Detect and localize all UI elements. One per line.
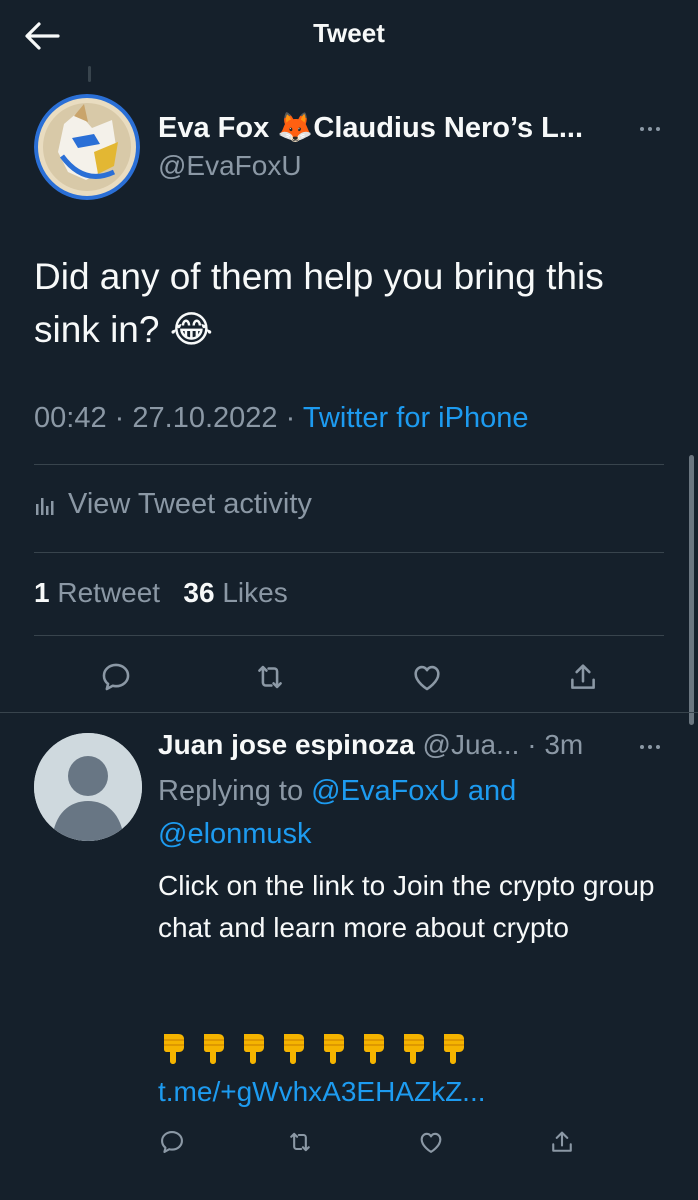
pointing-down-icon <box>204 1034 224 1064</box>
more-icon-dot <box>648 745 652 749</box>
tweet-time: 00:42 <box>34 402 107 434</box>
fox-avatar-image <box>34 94 140 200</box>
tweet-source-link[interactable]: Twitter for iPhone <box>303 402 529 434</box>
tweet-stats: 1 Retweet 36 Likes <box>34 577 288 609</box>
more-icon-dot <box>656 127 660 131</box>
default-avatar-icon <box>34 733 142 841</box>
replying-and[interactable]: and <box>468 775 516 807</box>
heart-icon <box>414 665 440 691</box>
retweet-icon <box>258 665 282 689</box>
more-icon <box>640 745 644 749</box>
retweet-button[interactable] <box>248 655 292 699</box>
reply-retweet-button[interactable] <box>278 1120 322 1164</box>
tweet-date: 27.10.2022 <box>132 402 278 434</box>
reply-share-button[interactable] <box>540 1120 584 1164</box>
reply-more-options-button[interactable] <box>630 735 670 759</box>
author-name[interactable]: Eva Fox 🦊Claudius Nero’s L... <box>158 111 628 145</box>
scrollbar[interactable] <box>689 455 694 725</box>
mention-evafoxu[interactable]: @EvaFoxU <box>311 775 460 807</box>
reply-text: Click on the link to Join the crypto gro… <box>158 870 655 943</box>
reply-time[interactable]: 3m <box>544 729 583 760</box>
thread-line <box>88 66 91 82</box>
author-handle[interactable]: @EvaFoxU <box>158 150 302 182</box>
pointing-down-icon <box>324 1034 344 1064</box>
reply-reply-button[interactable] <box>150 1120 194 1164</box>
replying-prefix: Replying to <box>158 775 304 807</box>
share-icon <box>552 1131 572 1152</box>
reply-author-avatar[interactable] <box>34 733 142 841</box>
pointing-down-icon <box>244 1034 264 1064</box>
activity-label: View Tweet activity <box>68 488 312 520</box>
pointing-down-icon <box>164 1034 184 1064</box>
reply-author-handle[interactable]: @Jua... <box>423 729 520 760</box>
pointing-down-icon <box>284 1034 304 1064</box>
retweet-label: Retweet <box>57 577 161 608</box>
share-button[interactable] <box>561 655 605 699</box>
pointing-down-icon <box>364 1034 384 1064</box>
pointing-down-icon <box>404 1034 424 1064</box>
reply-author-name[interactable]: Juan jose espinoza <box>158 729 415 760</box>
reply-separator: · <box>527 729 537 760</box>
pointing-down-emoji-row <box>158 1030 470 1064</box>
more-icon-dot <box>656 745 660 749</box>
more-icon <box>640 127 644 131</box>
share-icon <box>571 664 595 689</box>
likes-label: Likes <box>222 577 288 608</box>
view-tweet-activity-button[interactable]: View Tweet activity <box>34 488 312 521</box>
top-bar: Tweet <box>0 0 698 70</box>
likes-count: 36 <box>183 577 215 608</box>
pointing-down-icon <box>444 1034 464 1064</box>
author-avatar[interactable] <box>34 94 140 200</box>
reply-like-button[interactable] <box>409 1120 453 1164</box>
bar-chart-icon <box>36 497 54 515</box>
reply-icon <box>161 1131 183 1153</box>
meta-separator: · <box>285 402 296 434</box>
heart-icon <box>420 1132 442 1153</box>
likes-stat[interactable]: 36 Likes <box>183 577 287 608</box>
like-button[interactable] <box>405 655 449 699</box>
reply-header: Juan jose espinoza @Jua... · 3m <box>158 729 583 761</box>
divider <box>34 464 664 465</box>
tweet-text: Did any of them help you bring this sink… <box>34 256 604 350</box>
meta-separator: · <box>114 402 125 434</box>
page-title: Tweet <box>313 18 385 48</box>
reply-icon <box>102 663 130 691</box>
more-options-button[interactable] <box>630 117 670 141</box>
reply-button[interactable] <box>94 655 138 699</box>
divider <box>34 552 664 553</box>
tweet-detail-screen: Tweet Eva Fox 🦊Claudius Nero’s L... @Eva… <box>0 0 698 1200</box>
divider <box>0 712 698 713</box>
reply-link[interactable]: t.me/+gWvhxA3EHAZkZ... <box>158 1076 486 1108</box>
retweets-stat[interactable]: 1 Retweet <box>34 577 160 608</box>
divider <box>34 635 664 636</box>
mention-elonmusk[interactable]: @elonmusk <box>158 818 312 850</box>
tweet-meta: 00:42 · 27.10.2022 · Twitter for iPhone <box>34 402 528 435</box>
replying-to: Replying to @EvaFoxU and @elonmusk <box>158 770 638 856</box>
more-icon-dot <box>648 127 652 131</box>
retweet-count: 1 <box>34 577 50 608</box>
retweet-icon <box>290 1132 310 1152</box>
